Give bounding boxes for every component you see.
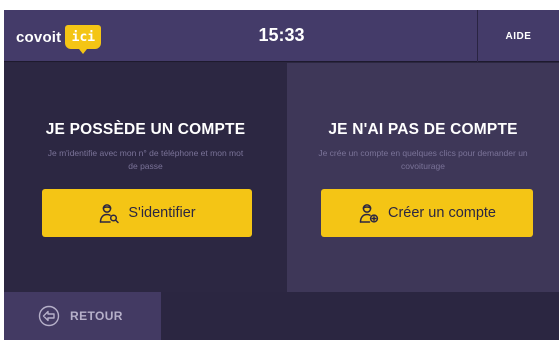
- help-button[interactable]: AIDE: [477, 10, 559, 62]
- footer-bar: RETOUR: [4, 292, 559, 340]
- back-button[interactable]: RETOUR: [4, 292, 161, 340]
- create-account-label: Créer un compte: [388, 205, 496, 221]
- app-logo: covoit ici: [16, 25, 102, 54]
- user-search-icon: [98, 202, 120, 224]
- new-account-subtitle: Je crée un compte en quelques clics pour…: [318, 148, 528, 171]
- header-bar: covoit ici 15:33 AIDE: [4, 10, 559, 62]
- user-add-icon: [358, 202, 380, 224]
- logo-badge: ici: [65, 25, 102, 54]
- sign-in-label: S'identifier: [128, 205, 196, 221]
- back-arrow-icon: [38, 305, 60, 327]
- kiosk-screen: covoit ici 15:33 AIDE JE POSSÈDE UN COMP…: [4, 10, 559, 340]
- existing-account-title: JE POSSÈDE UN COMPTE: [45, 121, 246, 138]
- logo-text: covoit: [16, 28, 62, 46]
- new-account-title: JE N'AI PAS DE COMPTE: [328, 121, 518, 138]
- new-account-panel: JE N'AI PAS DE COMPTE Je crée un compte …: [287, 63, 559, 292]
- sign-in-button[interactable]: S'identifier: [42, 189, 252, 237]
- create-account-button[interactable]: Créer un compte: [321, 189, 533, 237]
- existing-account-panel: JE POSSÈDE UN COMPTE Je m'identifie avec…: [4, 63, 287, 292]
- existing-account-subtitle: Je m'identifie avec mon n° de téléphone …: [47, 148, 244, 171]
- back-label: RETOUR: [70, 309, 123, 323]
